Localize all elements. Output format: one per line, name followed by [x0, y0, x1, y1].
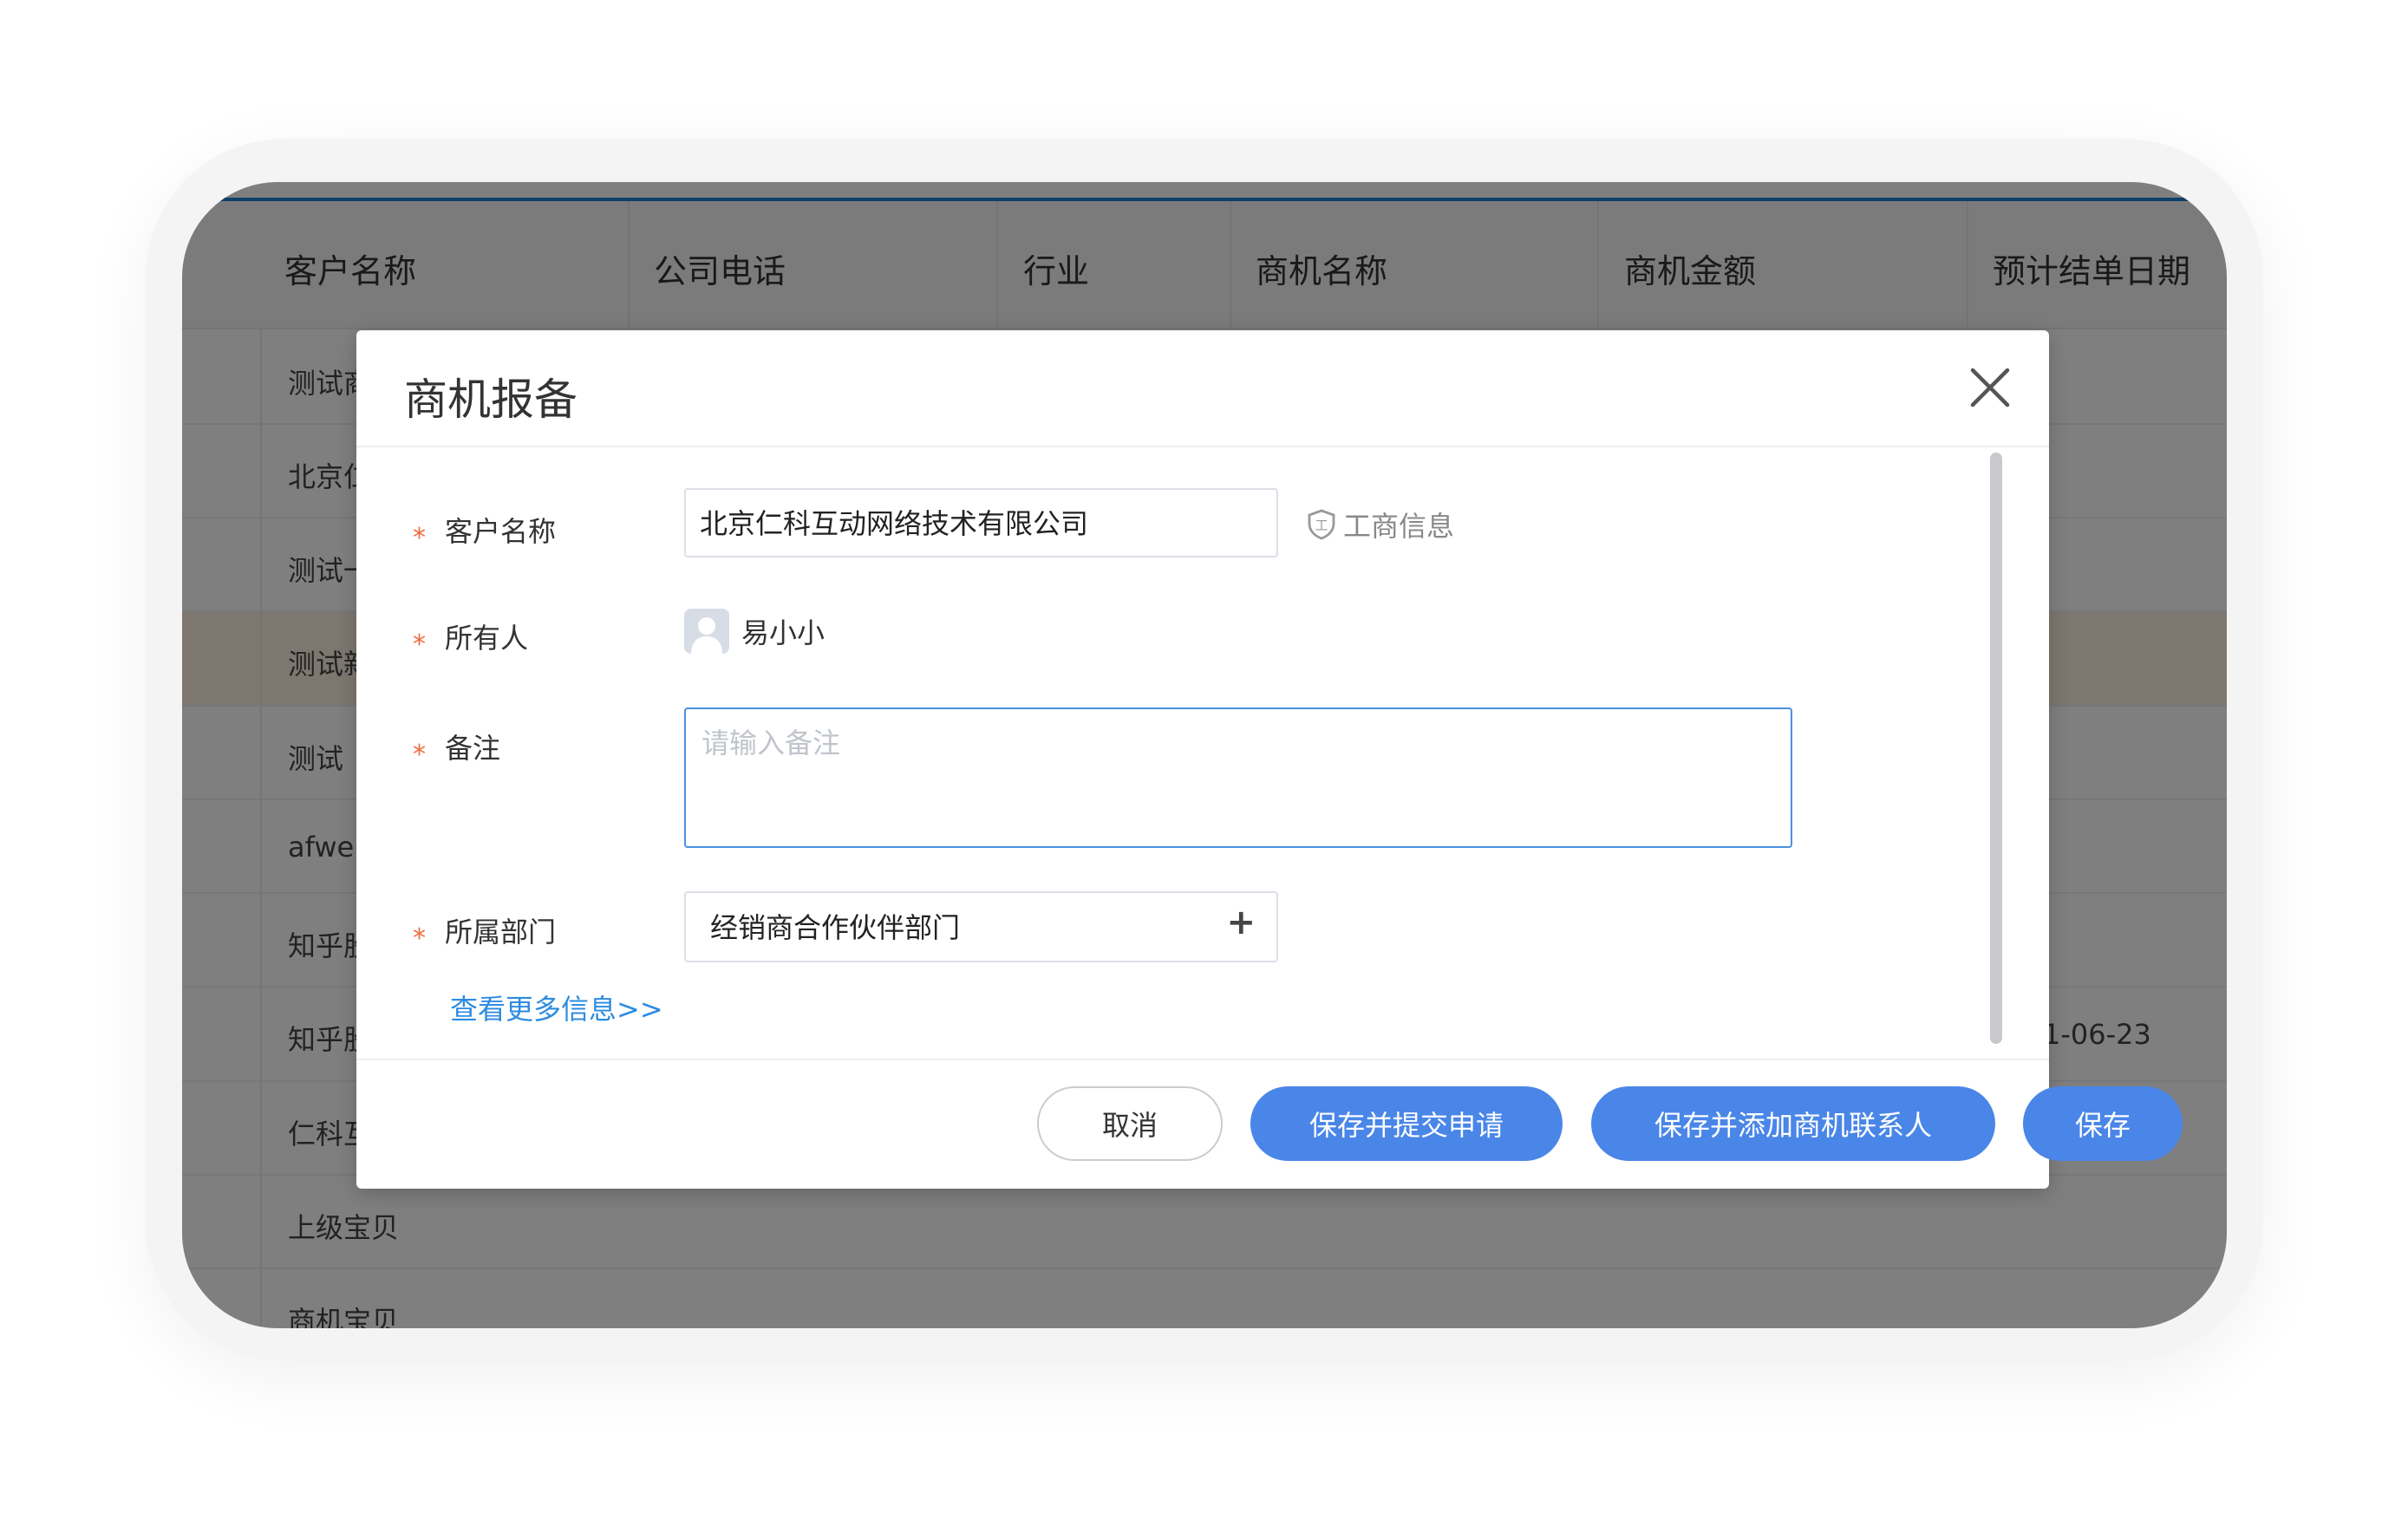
save-button[interactable]: 保存: [2023, 1086, 2183, 1161]
dialog-footer: 取消 保存并提交申请 保存并添加商机联系人 保存: [356, 1059, 2183, 1189]
required-mark: *: [413, 629, 426, 660]
business-info-text: 工商信息: [1343, 510, 1455, 543]
close-icon[interactable]: [1966, 363, 2014, 412]
dialog-scrollbar[interactable]: [1990, 453, 2002, 1044]
plus-icon[interactable]: +: [1226, 905, 1256, 940]
department-label-text: 所属部门: [445, 916, 557, 949]
customer-name-input[interactable]: 北京仁科互动网络技术有限公司: [684, 488, 1278, 557]
business-info-link[interactable]: 工 工商信息: [1305, 505, 1454, 544]
save-and-add-contact-button[interactable]: 保存并添加商机联系人: [1591, 1086, 1995, 1161]
department-selector[interactable]: 经销商合作伙伴部门 +: [684, 891, 1278, 962]
department-label: * 所属部门: [413, 910, 557, 954]
shield-icon: 工: [1308, 509, 1335, 540]
required-mark: *: [413, 923, 426, 954]
owner-label-text: 所有人: [445, 622, 529, 655]
dialog-body: * 客户名称 北京仁科互动网络技术有限公司 工 工商信息 * 所有人 易小小 *…: [356, 449, 2049, 1058]
customer-name-label: * 客户名称: [413, 510, 557, 553]
cancel-button[interactable]: 取消: [1037, 1086, 1223, 1161]
svg-text:工: 工: [1315, 518, 1328, 533]
avatar: [684, 609, 729, 654]
remark-label-text: 备注: [445, 732, 501, 765]
owner-label: * 所有人: [413, 616, 529, 660]
more-info-link[interactable]: 查看更多信息>>: [450, 988, 663, 1027]
owner-name: 易小小: [741, 616, 826, 649]
save-and-submit-button[interactable]: 保存并提交申请: [1250, 1086, 1563, 1161]
remark-label: * 备注: [413, 727, 501, 770]
owner-display: 易小小: [684, 609, 825, 654]
dialog-title: 商机报备: [404, 375, 578, 425]
app-screen: 客户名称 公司电话 行业 商机名称 商机金额 预计结单日期 测试商 北京仁 测试…: [182, 182, 2227, 1328]
customer-name-label-text: 客户名称: [445, 515, 557, 548]
remark-textarea[interactable]: [684, 707, 1792, 848]
dialog-header: 商机报备: [356, 330, 2049, 447]
required-mark: *: [413, 523, 426, 553]
required-mark: *: [413, 740, 426, 770]
opportunity-report-dialog: 商机报备 * 客户名称 北京仁科互动网络技术有限公司 工 工商信息 * 所有人 …: [356, 330, 2183, 1189]
department-value: 经销商合作伙伴部门: [710, 911, 961, 944]
